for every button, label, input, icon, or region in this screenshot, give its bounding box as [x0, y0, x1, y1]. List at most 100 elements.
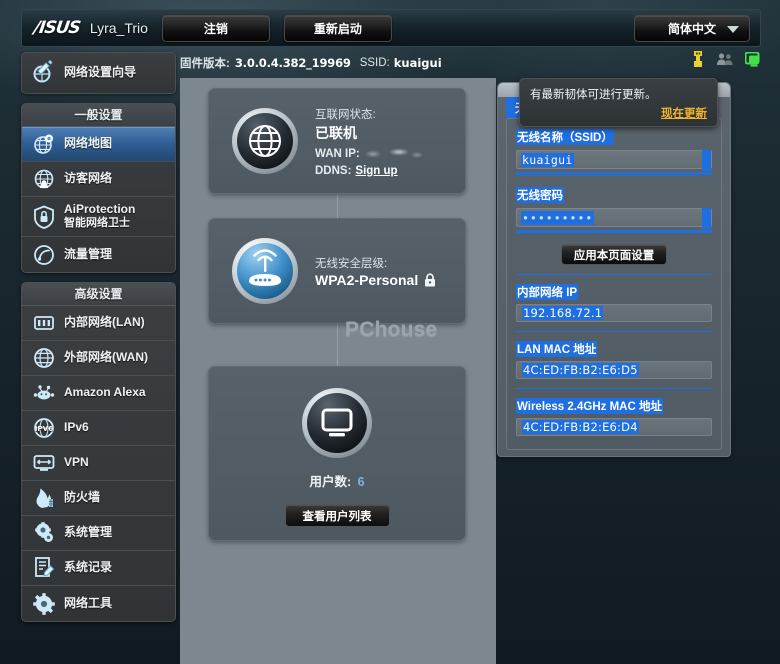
wan-icon	[31, 345, 57, 371]
wireless-mac-label: Wireless 2.4GHz MAC 地址	[516, 398, 663, 414]
client-count-value: 6	[357, 475, 365, 489]
sidebar-item-aiprotection[interactable]: AiProtection 智能网络卫士	[22, 197, 175, 237]
sidebar-item-system-log[interactable]: 系统记录	[22, 551, 175, 586]
ssid-label: SSID:	[359, 57, 390, 69]
wireless-security-label: 无线安全层级:	[315, 257, 388, 270]
language-selector-label: 简体中文	[667, 22, 716, 36]
sidebar-item-firewall[interactable]: 防火墙	[22, 481, 175, 516]
lan-ip-label: 内部网络 IP	[516, 284, 579, 300]
panel-divider	[516, 388, 712, 389]
ssid-input[interactable]: kuaigui	[516, 150, 712, 171]
lan-mac-label: LAN MAC 地址	[516, 341, 598, 357]
logout-button[interactable]: 注销	[161, 14, 270, 42]
sidebar-item-label: 流量管理	[64, 246, 113, 261]
lock-icon	[425, 272, 436, 286]
ipv6-icon: IPV6	[31, 415, 57, 441]
app-root: /ISUS Lyra_Trio 注销 重新启动 简体中文 固件版本: 3.0.0…	[0, 0, 780, 664]
sidebar-item-administration[interactable]: 系统管理	[22, 516, 175, 551]
router-model-name: Lyra_Trio	[89, 20, 148, 36]
internet-status-card[interactable]: 互联网状态: 已联机 WAN IP: DDNS: Sign up	[208, 88, 466, 194]
lan-mac-value: 4C:ED:FB:B2:E6:D5	[522, 363, 639, 377]
sidebar-item-network-tools[interactable]: 网络工具	[22, 586, 175, 621]
selection-caret	[702, 150, 711, 171]
lan-icon	[31, 310, 57, 336]
usb-icon[interactable]	[691, 51, 705, 67]
internet-status-value: 已联机	[315, 124, 357, 141]
firmware-label: 固件版本:	[180, 58, 230, 70]
firewall-icon	[31, 485, 57, 511]
network-map-content: 互联网状态: 已联机 WAN IP: DDNS: Sign up 无线安全层级:…	[180, 78, 496, 664]
sidebar-item-wan[interactable]: 外部网络(WAN)	[22, 341, 175, 376]
sidebar-block-advanced: 高级设置 内部网络(LAN) 外部网络(WAN) Amazon Alexa IP…	[21, 282, 176, 622]
traffic-manager-icon	[31, 242, 57, 268]
administration-icon	[31, 520, 57, 546]
asus-logo: /ISUS	[32, 18, 82, 38]
sidebar-item-traffic-manager[interactable]: 流量管理	[22, 237, 175, 272]
sidebar-item-label: AiProtection 智能网络卫士	[64, 202, 136, 229]
field-underline	[516, 230, 712, 233]
sidebar-item-amazon-alexa[interactable]: Amazon Alexa	[22, 376, 175, 411]
svg-text:IPV6: IPV6	[35, 424, 54, 433]
wizard-icon	[31, 60, 57, 86]
sidebar-item-label: 网络设置向导	[64, 65, 137, 80]
wan-ip-label: WAN IP:	[315, 147, 360, 160]
wireless-security-text: 无线安全层级: WPA2-Personal	[315, 255, 436, 288]
selection-caret	[702, 208, 711, 229]
status-icon-group	[691, 51, 762, 67]
guest-users-icon[interactable]	[716, 52, 734, 66]
ddns-signup-link[interactable]: Sign up	[355, 165, 397, 177]
internet-status-text: 互联网状态: 已联机 WAN IP: DDNS: Sign up	[315, 106, 427, 177]
network-tools-icon	[31, 591, 57, 617]
wireless-mac-value: 4C:ED:FB:B2:E6:D4	[522, 420, 639, 434]
clients-card[interactable]: 用户数: 6 查看用户列表	[208, 366, 466, 541]
sidebar-general-title: 一般设置	[22, 104, 175, 127]
reboot-button[interactable]: 重新启动	[283, 14, 392, 42]
sidebar-item-network-wizard[interactable]: 网络设置向导	[22, 53, 175, 93]
sidebar-item-lan[interactable]: 内部网络(LAN)	[22, 306, 175, 341]
wireless-settings-panel: 无线连接 无线名称（SSID） kuaigui 无线密码 ••••••••• 应…	[497, 82, 731, 457]
ddns-row: DDNS: Sign up	[315, 165, 427, 177]
sidebar-item-label: 内部网络(LAN)	[64, 315, 145, 330]
view-client-list-button[interactable]: 查看用户列表	[284, 504, 390, 527]
sidebar-item-guest-network[interactable]: 访客网络	[22, 162, 175, 197]
language-selector[interactable]: 简体中文	[634, 15, 750, 42]
panel-divider	[516, 331, 712, 332]
password-input-value: •••••••••	[521, 210, 595, 225]
sidebar-advanced-title: 高级设置	[22, 283, 175, 306]
sidebar-block-wizard: 网络设置向导	[21, 52, 176, 94]
sidebar-block-general: 一般设置 网络地图 访客网络 AiProtection 智能网络卫士 流量管理	[21, 103, 176, 273]
update-now-link[interactable]: 现在更新	[661, 105, 707, 121]
sidebar: 网络设置向导 一般设置 网络地图 访客网络 AiProtection 智能网络卫…	[21, 52, 176, 631]
ssid-field-label: 无线名称（SSID）	[516, 129, 614, 145]
ssid-input-value: kuaigui	[521, 152, 574, 167]
sidebar-item-network-map[interactable]: 网络地图	[22, 127, 175, 162]
firmware-update-message: 有最新韧体可进行更新。	[530, 89, 657, 101]
globe-icon	[231, 107, 299, 175]
wireless-security-card[interactable]: 无线安全层级: WPA2-Personal	[208, 218, 466, 324]
field-underline	[516, 172, 712, 175]
password-input[interactable]: •••••••••	[516, 208, 712, 229]
panel-divider	[516, 274, 712, 275]
lan-mac-value-box: 4C:ED:FB:B2:E6:D5	[516, 361, 712, 379]
sidebar-item-label: 访客网络	[64, 171, 113, 186]
panel-body: 无线名称（SSID） kuaigui 无线密码 ••••••••• 应用本页面设…	[506, 118, 722, 450]
lan-ip-value-box: 192.168.72.1	[516, 304, 712, 322]
sidebar-item-label: 系统管理	[64, 525, 113, 540]
sidebar-item-ipv6[interactable]: IPV6 IPv6	[22, 411, 175, 446]
sidebar-item-label: 网络工具	[64, 595, 113, 610]
connector-line	[337, 324, 338, 366]
sidebar-item-label: VPN	[64, 455, 89, 470]
aiprotection-icon	[31, 204, 57, 230]
sidebar-item-label: Amazon Alexa	[64, 385, 146, 400]
chevron-down-icon	[727, 26, 739, 33]
sidebar-item-label-main: AiProtection	[64, 202, 136, 217]
guest-network-icon	[31, 166, 57, 192]
firmware-update-tooltip: 有最新韧体可进行更新。 现在更新	[519, 78, 718, 127]
client-monitor-icon[interactable]	[745, 51, 762, 67]
apply-settings-button[interactable]: 应用本页面设置	[561, 244, 667, 265]
sidebar-item-vpn[interactable]: VPN	[22, 446, 175, 481]
vpn-icon	[31, 450, 57, 476]
system-log-icon	[31, 555, 57, 581]
client-count-label: 用户数:	[309, 475, 352, 489]
wireless-mac-value-box: 4C:ED:FB:B2:E6:D4	[516, 418, 712, 436]
